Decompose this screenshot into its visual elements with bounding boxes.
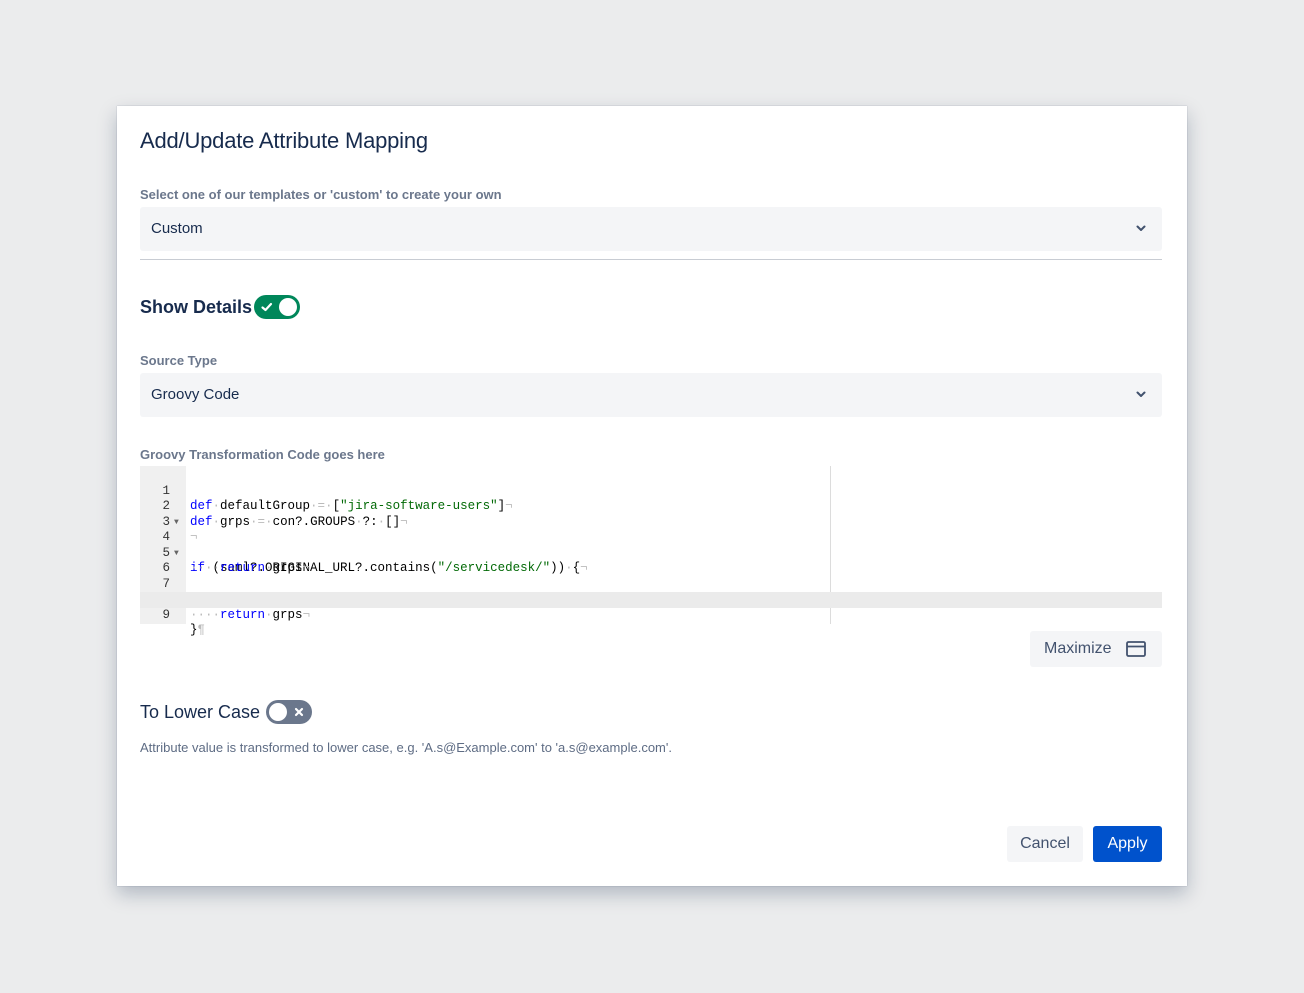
- toggle-knob: [279, 298, 297, 316]
- fold-arrow-icon[interactable]: ▼: [174, 515, 179, 531]
- lower-case-help: Attribute value is transformed to lower …: [140, 740, 672, 755]
- source-type-select[interactable]: Groovy Code: [140, 373, 1162, 417]
- code-line[interactable]: 7 ····grps.addAll(defaultGroup)¬: [140, 561, 1162, 607]
- code-editor[interactable]: 1 def·defaultGroup·=·["jira-software-use…: [140, 466, 1162, 637]
- code-line[interactable]: 4 ▼ if·(saml?.ORIGINAL_URL?.contains("/s…: [140, 515, 1162, 576]
- line-number: 9: [162, 607, 170, 622]
- toggle-knob: [269, 703, 287, 721]
- code-line-text: ····return·grps¬: [190, 607, 311, 622]
- lower-case-label: To Lower Case: [140, 702, 261, 722]
- maximize-label: Maximize: [1044, 640, 1112, 657]
- code-line-text: }¶: [190, 623, 206, 637]
- code-line[interactable]: 8 ····return·grps¬: [140, 577, 1162, 622]
- source-type-select-value: Groovy Code: [151, 386, 240, 403]
- template-label: Select one of our templates or 'custom' …: [140, 187, 502, 202]
- code-label: Groovy Transformation Code goes here: [140, 447, 385, 462]
- source-type-label: Source Type: [140, 353, 218, 368]
- fold-arrow-icon[interactable]: ▼: [174, 546, 179, 562]
- code-line[interactable]: 1 def·defaultGroup·=·["jira-software-use…: [140, 468, 1162, 514]
- maximize-button[interactable]: Maximize: [1030, 631, 1162, 667]
- attribute-mapping-dialog: Add/Update Attribute Mapping Select one …: [117, 106, 1187, 886]
- window-icon: [1126, 641, 1146, 657]
- cancel-button[interactable]: Cancel: [1007, 826, 1083, 862]
- check-icon: [261, 302, 273, 312]
- chevron-down-icon: [1136, 225, 1146, 231]
- code-line-active[interactable]: 9 }¶: [140, 592, 1162, 637]
- code-line[interactable]: 3 ¬: [140, 499, 1162, 545]
- template-select-value: Custom: [151, 220, 203, 237]
- show-details-label: Show Details: [140, 297, 253, 317]
- close-icon: [294, 707, 304, 717]
- show-details-toggle[interactable]: [254, 295, 300, 319]
- code-line[interactable]: 5 ····return·grps¬: [140, 530, 1162, 576]
- dialog-title: Add/Update Attribute Mapping: [140, 128, 428, 153]
- code-line[interactable]: 6 ▼ }·else·{¬: [140, 546, 1162, 607]
- lower-case-toggle[interactable]: [266, 700, 312, 724]
- chevron-down-icon: [1136, 391, 1146, 397]
- apply-button[interactable]: Apply: [1093, 826, 1162, 862]
- code-line[interactable]: 2 def·grps·=·con?.GROUPS·?:·[]¬: [140, 484, 1162, 529]
- divider: [140, 259, 1162, 260]
- template-select[interactable]: Custom: [140, 207, 1162, 251]
